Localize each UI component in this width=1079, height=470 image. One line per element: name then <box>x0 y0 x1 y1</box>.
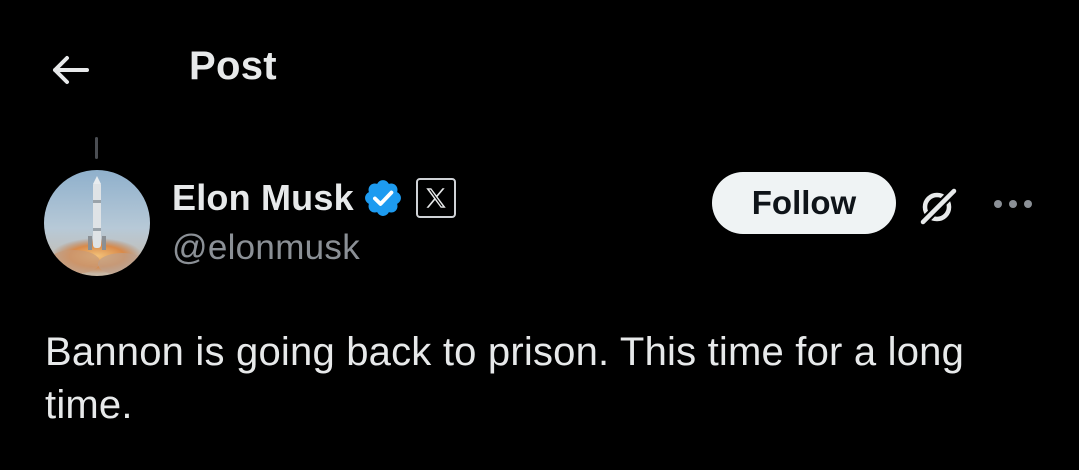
avatar-image <box>44 170 150 276</box>
author-handle[interactable]: @elonmusk <box>172 228 456 268</box>
verified-badge-icon[interactable] <box>362 177 404 219</box>
more-options-button[interactable] <box>985 182 1041 226</box>
more-horizontal-icon <box>994 200 1032 208</box>
thread-connector <box>95 137 98 159</box>
follow-button[interactable]: Follow <box>712 172 896 234</box>
back-button[interactable] <box>46 48 94 92</box>
arrow-left-icon <box>53 56 89 84</box>
grok-button[interactable] <box>912 180 964 232</box>
author-name[interactable]: Elon Musk <box>172 177 354 219</box>
top-bar: Post <box>0 0 1079 140</box>
author-block: Elon Musk @elonmusk <box>172 174 456 268</box>
x-logo-icon[interactable] <box>415 178 456 218</box>
grok-icon <box>918 186 959 227</box>
page-title: Post <box>189 44 277 88</box>
author-name-row: Elon Musk <box>172 174 456 222</box>
avatar[interactable] <box>44 170 150 276</box>
post-text: Bannon is going back to prison. This tim… <box>45 330 965 427</box>
